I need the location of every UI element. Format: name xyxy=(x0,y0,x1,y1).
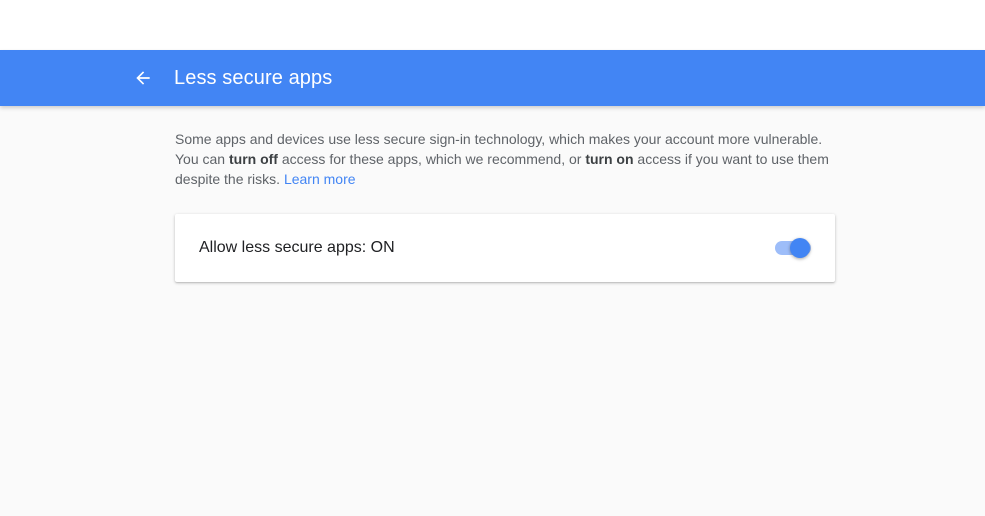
page-title: Less secure apps xyxy=(174,67,333,89)
description-text: Some apps and devices use less secure si… xyxy=(175,129,835,189)
description-bold-turn-off: turn off xyxy=(228,151,278,167)
description-part-2: access for these apps, which we recommen… xyxy=(277,151,586,167)
description-bold-turn-on: turn on xyxy=(585,151,634,167)
main-content: Some apps and devices use less secure si… xyxy=(175,129,835,282)
toggle-thumb xyxy=(790,238,810,258)
learn-more-link[interactable]: Learn more xyxy=(284,171,356,187)
app-bar: Less secure apps xyxy=(0,50,985,106)
back-button[interactable] xyxy=(129,64,157,92)
setting-card: Allow less secure apps: ON xyxy=(175,214,835,282)
arrow-back-icon xyxy=(136,71,150,85)
allow-less-secure-apps-toggle[interactable] xyxy=(773,236,813,260)
top-blank-area xyxy=(0,0,985,50)
setting-label: Allow less secure apps: ON xyxy=(199,239,395,256)
